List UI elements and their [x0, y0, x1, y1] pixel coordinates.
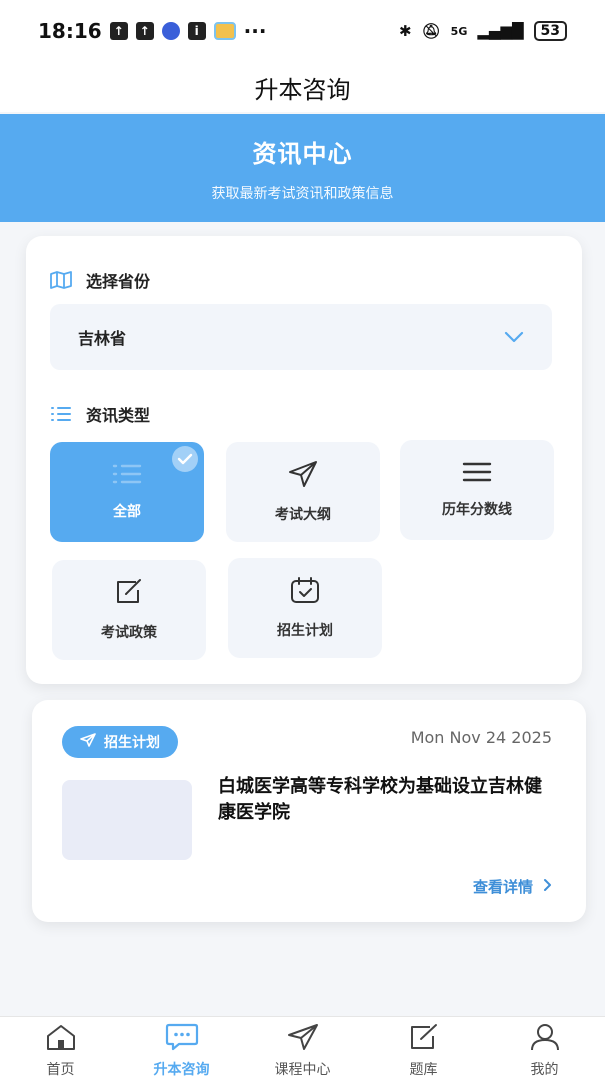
nav-label: 首页 — [46, 1062, 75, 1078]
province-section-header: 选择省份 — [50, 268, 150, 292]
status-bar: 18:16 ↑ ↑ i ··· ✱ 🔕︎ 5G ▂▄▆█ 53 — [0, 0, 605, 62]
view-details-label: 查看详情 — [472, 878, 533, 896]
nav-label: 课程中心 — [274, 1062, 331, 1078]
calendar-check-icon — [290, 576, 320, 608]
chevron-down-icon — [504, 328, 524, 347]
nav-label: 升本咨询 — [153, 1062, 210, 1078]
type-option-all[interactable]: 全部 — [50, 442, 204, 542]
nav-consult[interactable]: 升本咨询 — [132, 1023, 232, 1078]
news-date: Mon Nov 24 2025 — [410, 728, 552, 747]
category-tag-label: 招生计划 — [104, 735, 160, 751]
province-select[interactable]: 吉林省 — [50, 304, 552, 370]
hero-banner: 资讯中心 获取最新考试资讯和政策信息 — [0, 114, 605, 222]
type-option-enrollment[interactable]: 招生计划 — [228, 558, 382, 658]
chevron-right-icon — [543, 878, 552, 896]
hero-subtitle: 获取最新考试资讯和政策信息 — [211, 186, 394, 202]
user-icon — [529, 1023, 561, 1055]
edit-icon — [408, 1023, 440, 1055]
menu-icon — [462, 461, 492, 487]
signal-icon: ▂▄▆█ — [477, 22, 524, 40]
type-option-label: 招生计划 — [277, 623, 333, 639]
info-icon: i — [187, 22, 206, 40]
type-option-label: 全部 — [113, 504, 141, 520]
map-icon — [50, 271, 72, 289]
mute-icon: 🔕︎ — [421, 22, 441, 40]
list-icon — [112, 463, 142, 489]
home-icon — [45, 1023, 77, 1055]
nav-profile[interactable]: 我的 — [495, 1023, 595, 1078]
category-tag: 招生计划 — [62, 726, 178, 758]
weather-icon — [213, 22, 236, 40]
send-icon — [80, 733, 96, 751]
status-right: ✱ 🔕︎ 5G ▂▄▆█ 53 — [399, 21, 567, 41]
more-notifications: ··· — [243, 19, 267, 43]
upload-icon: ↑ — [109, 22, 128, 40]
type-option-syllabus[interactable]: 考试大纲 — [226, 442, 380, 542]
upload-icon: ↑ — [135, 22, 154, 40]
news-title[interactable]: 白城医学高等专科学校为基础设立吉林健康医学院 — [218, 774, 548, 826]
type-option-label: 历年分数线 — [442, 502, 512, 518]
nav-home[interactable]: 首页 — [11, 1023, 111, 1078]
battery-indicator: 53 — [533, 21, 567, 41]
type-label: 资讯类型 — [86, 406, 151, 425]
province-label: 选择省份 — [86, 272, 151, 291]
clock: 18:16 — [38, 19, 102, 43]
province-value: 吉林省 — [78, 329, 127, 348]
bottom-nav: 首页 升本咨询 课程中心 题库 我的 — [0, 1016, 605, 1078]
news-card[interactable]: 招生计划 Mon Nov 24 2025 白城医学高等专科学校为基础设立吉林健康… — [32, 700, 586, 922]
list-icon — [50, 406, 72, 422]
news-thumbnail — [62, 780, 192, 860]
nav-label: 我的 — [530, 1062, 559, 1078]
hero-title: 资讯中心 — [252, 140, 353, 168]
edit-icon — [114, 578, 144, 610]
type-option-label: 考试政策 — [101, 625, 157, 641]
check-icon — [172, 446, 198, 472]
page-header: 升本咨询 — [0, 62, 605, 112]
filter-card: 选择省份 吉林省 资讯类型 全部 考试大纲 历年分数线 考试政策 招生计划 — [26, 236, 582, 684]
page-title: 升本咨询 — [254, 75, 351, 104]
chat-icon — [165, 1023, 199, 1055]
bluetooth-icon: ✱ — [399, 22, 412, 40]
type-option-policy[interactable]: 考试政策 — [52, 560, 206, 660]
send-icon — [288, 460, 318, 492]
network-label: 5G — [450, 24, 468, 38]
type-option-label: 考试大纲 — [275, 507, 331, 523]
nav-label: 题库 — [409, 1062, 438, 1078]
type-option-score-lines[interactable]: 历年分数线 — [400, 440, 554, 540]
status-left: 18:16 ↑ ↑ i ··· — [38, 19, 266, 43]
send-icon — [287, 1023, 319, 1055]
nav-question-bank[interactable]: 题库 — [374, 1023, 474, 1078]
app-notification-icon — [161, 22, 180, 40]
nav-courses[interactable]: 课程中心 — [253, 1023, 353, 1078]
view-details-link[interactable]: 查看详情 — [473, 876, 552, 897]
type-section-header: 资讯类型 — [50, 402, 150, 426]
